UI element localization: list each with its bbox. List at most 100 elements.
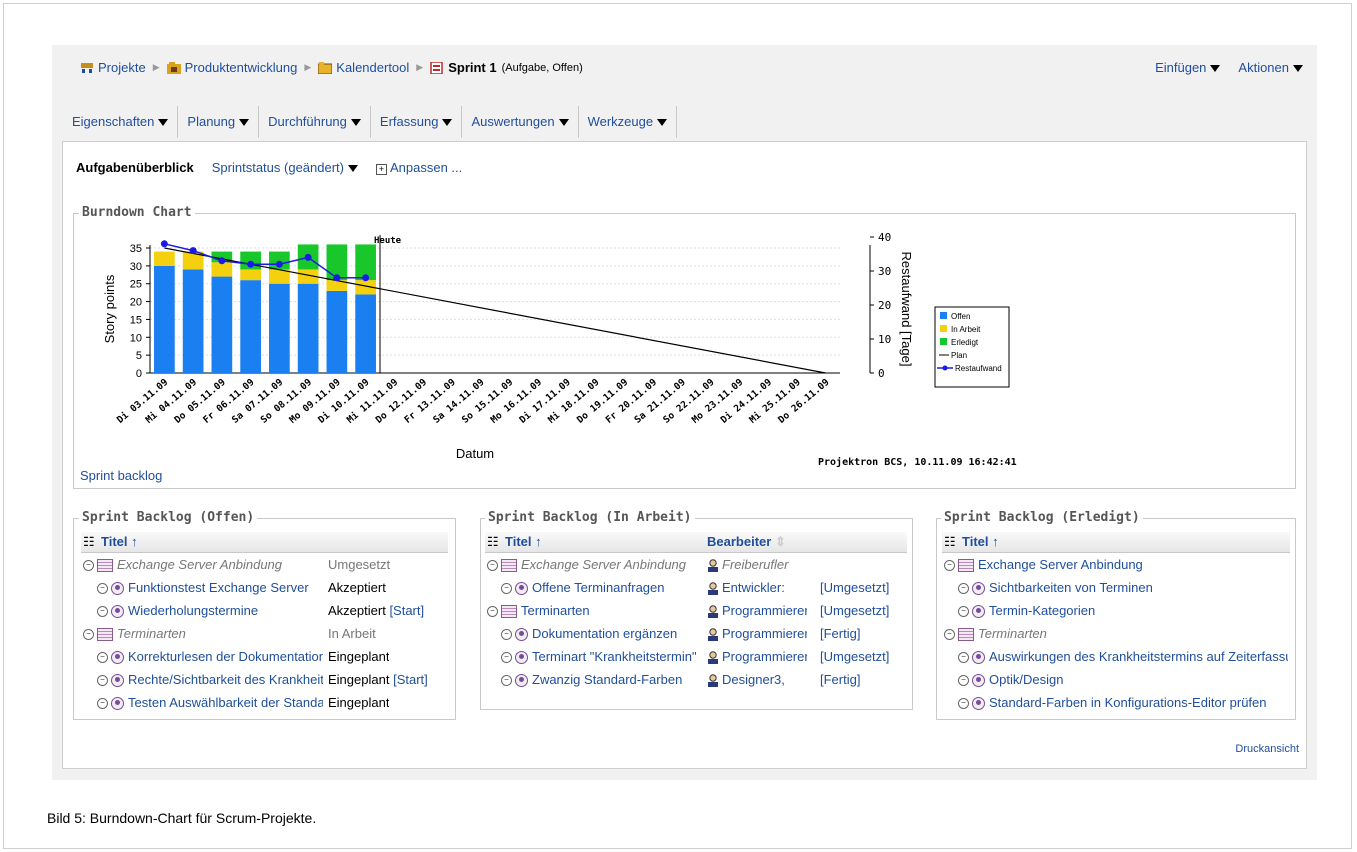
row-action[interactable]: [Umgesetzt] xyxy=(820,603,889,618)
tab-durchfuehrung[interactable]: Durchführung xyxy=(259,106,371,138)
actions-menu[interactable]: Aktionen xyxy=(1238,60,1303,75)
row-action[interactable]: [Umgesetzt] xyxy=(820,649,889,664)
collapse-icon[interactable]: − xyxy=(487,560,498,572)
table-row[interactable]: − Offene Terminanfragen Entwickler: [Umgese… xyxy=(485,576,907,599)
row-title[interactable]: Terminarten xyxy=(521,603,590,618)
collapse-icon[interactable]: − xyxy=(501,629,512,641)
tab-eigenschaften[interactable]: Eigenschaften xyxy=(63,106,179,138)
table-row[interactable]: − Terminarten xyxy=(942,622,1290,645)
title-cell: − Offene Terminanfragen xyxy=(487,580,703,596)
print-view-link[interactable]: Druckansicht xyxy=(1235,743,1299,755)
table-row[interactable]: − Funktionstest Exchange Server Akzeptiert xyxy=(81,576,448,599)
collapse-icon[interactable]: − xyxy=(97,675,108,687)
sprint-backlog-link[interactable]: Sprint backlog xyxy=(80,468,162,483)
row-title[interactable]: Testen Auswählbarkeit der Standard-Farbe… xyxy=(128,695,323,710)
collapse-icon[interactable]: − xyxy=(958,652,969,664)
collapse-icon[interactable]: − xyxy=(97,606,108,618)
breadcrumb-projects[interactable]: Projekte xyxy=(98,60,146,75)
sprint-status-menu[interactable]: Sprintstatus (geändert) xyxy=(212,160,358,175)
breadcrumb-produktentwicklung[interactable]: Produktentwicklung xyxy=(185,60,298,75)
row-title[interactable]: Auswirkungen des Krankheitstermins auf Z… xyxy=(989,649,1288,664)
column-title-header[interactable]: Titel ↑ xyxy=(962,534,999,549)
tab-planung[interactable]: Planung xyxy=(178,106,260,138)
table-row[interactable]: − Standard-Farben in Konfigurations-Edito… xyxy=(942,691,1290,714)
row-title[interactable]: Terminarten xyxy=(978,626,1047,641)
row-title[interactable]: Terminart "Krankheitstermin" xyxy=(532,649,697,664)
table-row[interactable]: − Sichtbarkeiten von Terminen xyxy=(942,576,1290,599)
tab-werkzeuge[interactable]: Werkzeuge xyxy=(579,106,678,138)
table-row[interactable]: − Wiederholungstermine Akzeptiert [Start] xyxy=(81,599,448,622)
table-row[interactable]: − Terminarten In Arbeit xyxy=(81,622,448,645)
row-title[interactable]: Funktionstest Exchange Server xyxy=(128,580,309,595)
collapse-icon[interactable]: − xyxy=(944,560,955,572)
row-title[interactable]: Exchange Server Anbindung xyxy=(521,557,686,572)
customize-link[interactable]: + Anpassen ... xyxy=(375,160,462,175)
row-title[interactable]: Terminarten xyxy=(117,626,186,641)
collapse-icon[interactable]: − xyxy=(97,698,108,710)
collapse-icon[interactable]: − xyxy=(944,629,955,641)
row-title[interactable]: Termin-Kategorien xyxy=(989,603,1095,618)
tab-erfassung[interactable]: Erfassung xyxy=(371,106,463,138)
row-action[interactable]: [Fertig] xyxy=(820,626,860,641)
table-row[interactable]: − Terminarten Programmierer [Umgesetzt] xyxy=(485,599,907,622)
collapse-icon[interactable]: − xyxy=(83,629,94,641)
title-cell: − Terminarten xyxy=(944,626,1288,642)
row-title[interactable]: Sichtbarkeiten von Terminen xyxy=(989,580,1153,595)
row-action[interactable]: [Umgesetzt] xyxy=(820,580,889,595)
table-row[interactable]: − Terminart "Krankheitstermin" Programmier… xyxy=(485,645,907,668)
insert-menu[interactable]: Einfügen xyxy=(1155,60,1221,75)
collapse-icon[interactable]: − xyxy=(487,606,498,618)
chevron-right-icon: ▶ xyxy=(304,62,312,72)
start-action[interactable]: [Start] xyxy=(393,672,428,687)
tab-label: Planung xyxy=(187,114,236,129)
y-tick-label: 30 xyxy=(130,261,142,273)
bar-offen xyxy=(154,265,175,373)
table-row[interactable]: − Zwanzig Standard-Farben Designer3, [Ferti… xyxy=(485,668,907,691)
table-row[interactable]: − Testen Auswählbarkeit der Standard-Farb… xyxy=(81,691,448,714)
legend-swatch xyxy=(940,338,947,345)
collapse-icon[interactable]: − xyxy=(958,698,969,710)
table-row[interactable]: − Auswirkungen des Krankheitstermins auf … xyxy=(942,645,1290,668)
row-title[interactable]: Optik/Design xyxy=(989,672,1063,687)
table-row[interactable]: − Optik/Design xyxy=(942,668,1290,691)
table-row[interactable]: − Termin-Kategorien xyxy=(942,599,1290,622)
task-icon xyxy=(515,651,528,665)
tab-auswertungen[interactable]: Auswertungen xyxy=(462,106,579,138)
row-title[interactable]: Standard-Farben in Konfigurations-Editor… xyxy=(989,695,1267,710)
row-title[interactable]: Exchange Server Anbindung xyxy=(978,557,1143,572)
collapse-icon[interactable]: − xyxy=(501,675,512,687)
collapse-icon[interactable]: − xyxy=(97,652,108,664)
collapse-icon[interactable]: − xyxy=(501,652,512,664)
row-action[interactable]: [Fertig] xyxy=(820,672,860,687)
table-row[interactable]: − Exchange Server Anbindung xyxy=(942,553,1290,576)
collapse-icon[interactable]: − xyxy=(958,675,969,687)
row-title[interactable]: Wiederholungstermine xyxy=(128,603,258,618)
row-title[interactable]: Korrekturlesen der Dokumentation xyxy=(128,649,323,664)
collapse-icon[interactable]: − xyxy=(97,583,108,595)
collapse-icon[interactable]: − xyxy=(958,583,969,595)
table-row[interactable]: − Korrekturlesen der Dokumentation Eingepl… xyxy=(81,645,448,668)
column-chooser-icon[interactable]: ☷ xyxy=(487,534,499,550)
collapse-icon[interactable]: − xyxy=(958,606,969,618)
row-title[interactable]: Rechte/Sichtbarkeit des Krankheitstermin… xyxy=(128,672,323,687)
column-title-header[interactable]: Titel ↑ xyxy=(505,534,542,549)
row-title[interactable]: Dokumentation ergänzen xyxy=(532,626,677,641)
breadcrumb-kalendertool[interactable]: Kalendertool xyxy=(336,60,409,75)
column-title-header[interactable]: Titel ↑ xyxy=(101,534,138,549)
column-chooser-icon[interactable]: ☷ xyxy=(944,534,956,550)
start-action[interactable]: [Start] xyxy=(389,603,424,618)
y-axis-label: Story points xyxy=(102,274,117,343)
table-row[interactable]: − Rechte/Sichtbarkeit des Krankheitstermi… xyxy=(81,668,448,691)
column-worker-header[interactable]: Bearbeiter ⇕ xyxy=(707,534,786,550)
row-title[interactable]: Zwanzig Standard-Farben xyxy=(532,672,682,687)
collapse-icon[interactable]: − xyxy=(501,583,512,595)
plan-line xyxy=(164,247,826,374)
collapse-icon[interactable]: − xyxy=(83,560,94,572)
column-chooser-icon[interactable]: ☷ xyxy=(83,534,95,550)
burndown-chart: 05101520253035010203040HeuteDi 03.11.09M… xyxy=(102,231,1010,461)
table-row[interactable]: − Dokumentation ergänzen Programmierer [Fer… xyxy=(485,622,907,645)
row-title[interactable]: Exchange Server Anbindung xyxy=(117,557,282,572)
table-row[interactable]: − Exchange Server Anbindung Freiberufler xyxy=(485,553,907,576)
table-row[interactable]: − Exchange Server Anbindung Umgesetzt xyxy=(81,553,448,576)
row-title[interactable]: Offene Terminanfragen xyxy=(532,580,665,595)
